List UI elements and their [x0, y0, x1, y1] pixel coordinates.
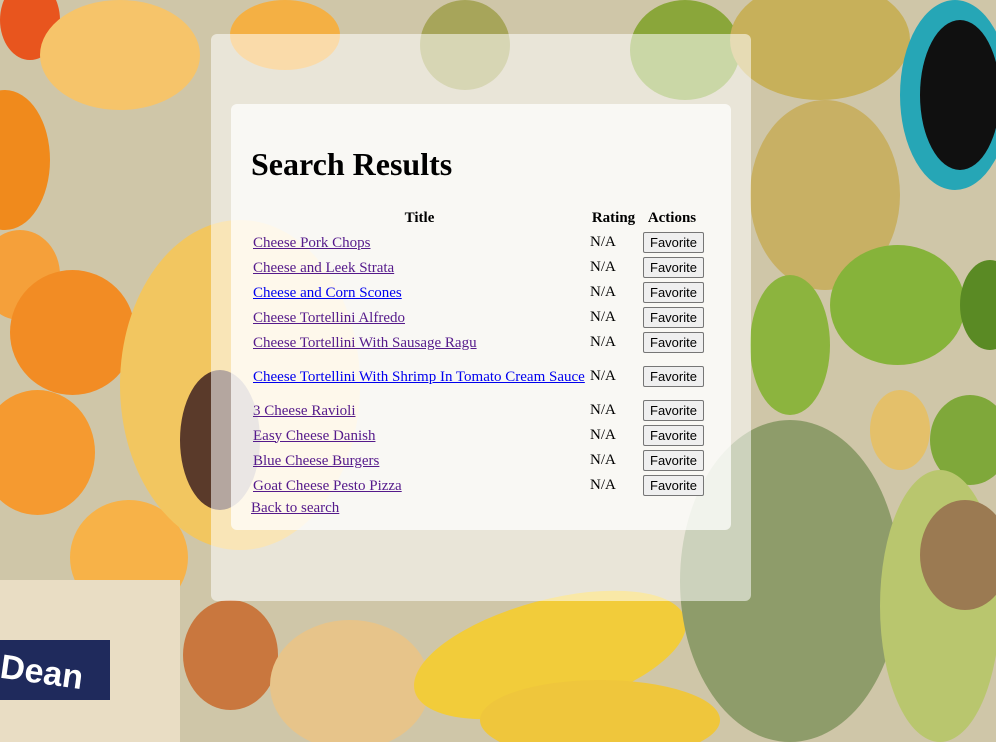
table-row: 3 Cheese Ravioli N/A Favorite	[251, 399, 705, 422]
rating-cell: N/A	[590, 309, 616, 325]
table-row: Cheese Pork Chops N/A Favorite	[251, 231, 705, 254]
recipe-link[interactable]: Goat Cheese Pesto Pizza	[253, 478, 402, 494]
favorite-button[interactable]: Favorite	[643, 400, 704, 421]
rating-cell: N/A	[590, 234, 616, 250]
favorite-button[interactable]: Favorite	[643, 366, 704, 387]
table-row: Cheese Tortellini Alfredo N/A Favorite	[251, 306, 705, 329]
recipe-link[interactable]: Cheese Tortellini With Sausage Ragu	[253, 335, 477, 351]
recipe-link[interactable]: 3 Cheese Ravioli	[253, 403, 355, 419]
favorite-button[interactable]: Favorite	[643, 232, 704, 253]
recipe-link[interactable]: Cheese Tortellini Alfredo	[253, 310, 405, 326]
favorite-button[interactable]: Favorite	[643, 307, 704, 328]
page-title: Search Results	[251, 146, 453, 182]
table-row: Blue Cheese Burgers N/A Favorite	[251, 449, 705, 472]
rating-cell: N/A	[590, 284, 616, 300]
rating-cell: N/A	[590, 427, 616, 443]
table-row: Cheese and Leek Strata N/A Favorite	[251, 256, 705, 279]
table-row: Easy Cheese Danish N/A Favorite	[251, 424, 705, 447]
favorite-button[interactable]: Favorite	[643, 425, 704, 446]
column-header-title: Title	[404, 209, 435, 226]
results-content: Search Results Title Rating Actions Chee…	[251, 140, 721, 517]
table-row: Cheese Tortellini With Sausage Ragu N/A …	[251, 331, 705, 354]
favorite-button[interactable]: Favorite	[643, 332, 704, 353]
back-to-search-link[interactable]: Back to search	[251, 500, 721, 517]
rating-cell: N/A	[590, 477, 616, 493]
favorite-button[interactable]: Favorite	[643, 257, 704, 278]
favorite-button[interactable]: Favorite	[643, 475, 704, 496]
column-header-actions: Actions	[647, 209, 697, 226]
rating-cell: N/A	[590, 334, 616, 350]
rating-cell: N/A	[590, 368, 616, 384]
recipe-link[interactable]: Easy Cheese Danish	[253, 428, 375, 444]
recipe-link[interactable]: Cheese and Leek Strata	[253, 260, 394, 276]
rating-cell: N/A	[590, 402, 616, 418]
recipe-link[interactable]: Blue Cheese Burgers	[253, 453, 379, 469]
column-header-rating: Rating	[591, 209, 636, 226]
favorite-button[interactable]: Favorite	[643, 282, 704, 303]
rating-cell: N/A	[590, 452, 616, 468]
recipe-link[interactable]: Cheese and Corn Scones	[253, 285, 402, 301]
recipe-link[interactable]: Cheese Tortellini With Shrimp In Tomato …	[253, 369, 585, 385]
table-row: Goat Cheese Pesto Pizza N/A Favorite	[251, 474, 705, 497]
results-table: Title Rating Actions Cheese Pork Chops N…	[249, 205, 707, 499]
table-row: Cheese and Corn Scones N/A Favorite	[251, 281, 705, 304]
table-row: Cheese Tortellini With Shrimp In Tomato …	[251, 356, 705, 397]
favorite-button[interactable]: Favorite	[643, 450, 704, 471]
rating-cell: N/A	[590, 259, 616, 275]
table-header-row: Title Rating Actions	[251, 207, 705, 229]
results-table-body: Cheese Pork Chops N/A Favorite Cheese an…	[251, 231, 705, 497]
recipe-link[interactable]: Cheese Pork Chops	[253, 235, 371, 251]
